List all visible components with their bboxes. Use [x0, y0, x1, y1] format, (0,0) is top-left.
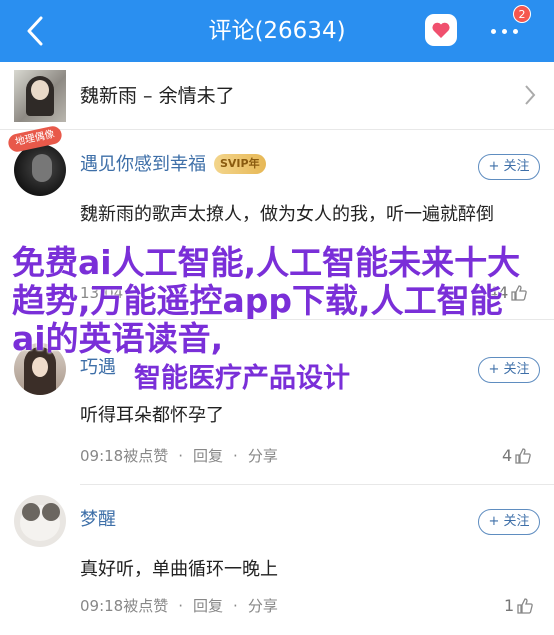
- svip-badge: SVIP年: [214, 154, 266, 174]
- comment-text: 真好听，单曲循环一晚上: [80, 559, 278, 580]
- heart-message-icon: [432, 22, 450, 38]
- overlay-text: 免费ai人工智能,人工智能未来十大趋势,万能遥控app下载,人工智能ai的英语读…: [12, 243, 521, 358]
- comment-time: 09:18被点赞: [80, 597, 169, 615]
- follow-button[interactable]: + 关注: [478, 509, 540, 535]
- like-button[interactable]: 1: [504, 595, 534, 617]
- like-count: 1: [504, 596, 515, 615]
- thumb-up-icon: [517, 598, 533, 614]
- comment-item: 梦醒 + 关注 真好听，单曲循环一晚上 09:18被点赞 · 回复 · 分享 1: [0, 485, 554, 635]
- comment-text: 魏新雨的歌声太撩人，做为女人的我，听一遍就醉倒: [80, 204, 494, 225]
- username[interactable]: 巧遇: [80, 355, 116, 381]
- share-button[interactable]: 分享: [248, 597, 278, 615]
- username[interactable]: 梦醒: [80, 507, 116, 533]
- comment-meta: 09:18被点赞 · 回复 · 分享: [80, 597, 278, 615]
- message-button[interactable]: [425, 14, 457, 46]
- reply-button[interactable]: 回复: [193, 597, 223, 615]
- overlay-subtext: 智能医疗产品设计: [134, 363, 350, 394]
- chevron-right-icon: [525, 85, 536, 105]
- share-button[interactable]: 分享: [248, 447, 278, 465]
- comment-meta: 09:18被点赞 · 回复 · 分享: [80, 447, 278, 465]
- like-count: 4: [502, 446, 513, 465]
- song-title: 魏新雨 – 余情未了: [80, 85, 235, 107]
- avatar[interactable]: [14, 144, 66, 196]
- like-button[interactable]: 4: [502, 445, 532, 467]
- top-bar: 评论(26634) 2: [0, 0, 554, 62]
- reply-button[interactable]: 回复: [193, 447, 223, 465]
- comment-text: 听得耳朵都怀孕了: [80, 405, 224, 426]
- username[interactable]: 遇见你感到幸福: [80, 154, 206, 175]
- follow-button[interactable]: + 关注: [478, 357, 540, 383]
- follow-button[interactable]: + 关注: [478, 154, 540, 180]
- comment-time: 09:18被点赞: [80, 447, 169, 465]
- notification-badge: 2: [513, 5, 531, 23]
- song-cover: [14, 70, 66, 122]
- avatar[interactable]: [14, 495, 66, 547]
- thumb-up-icon: [515, 448, 531, 464]
- more-dots-icon: [490, 28, 496, 34]
- page-title: 评论(26634): [208, 18, 346, 44]
- song-row[interactable]: 魏新雨 – 余情未了: [0, 62, 554, 130]
